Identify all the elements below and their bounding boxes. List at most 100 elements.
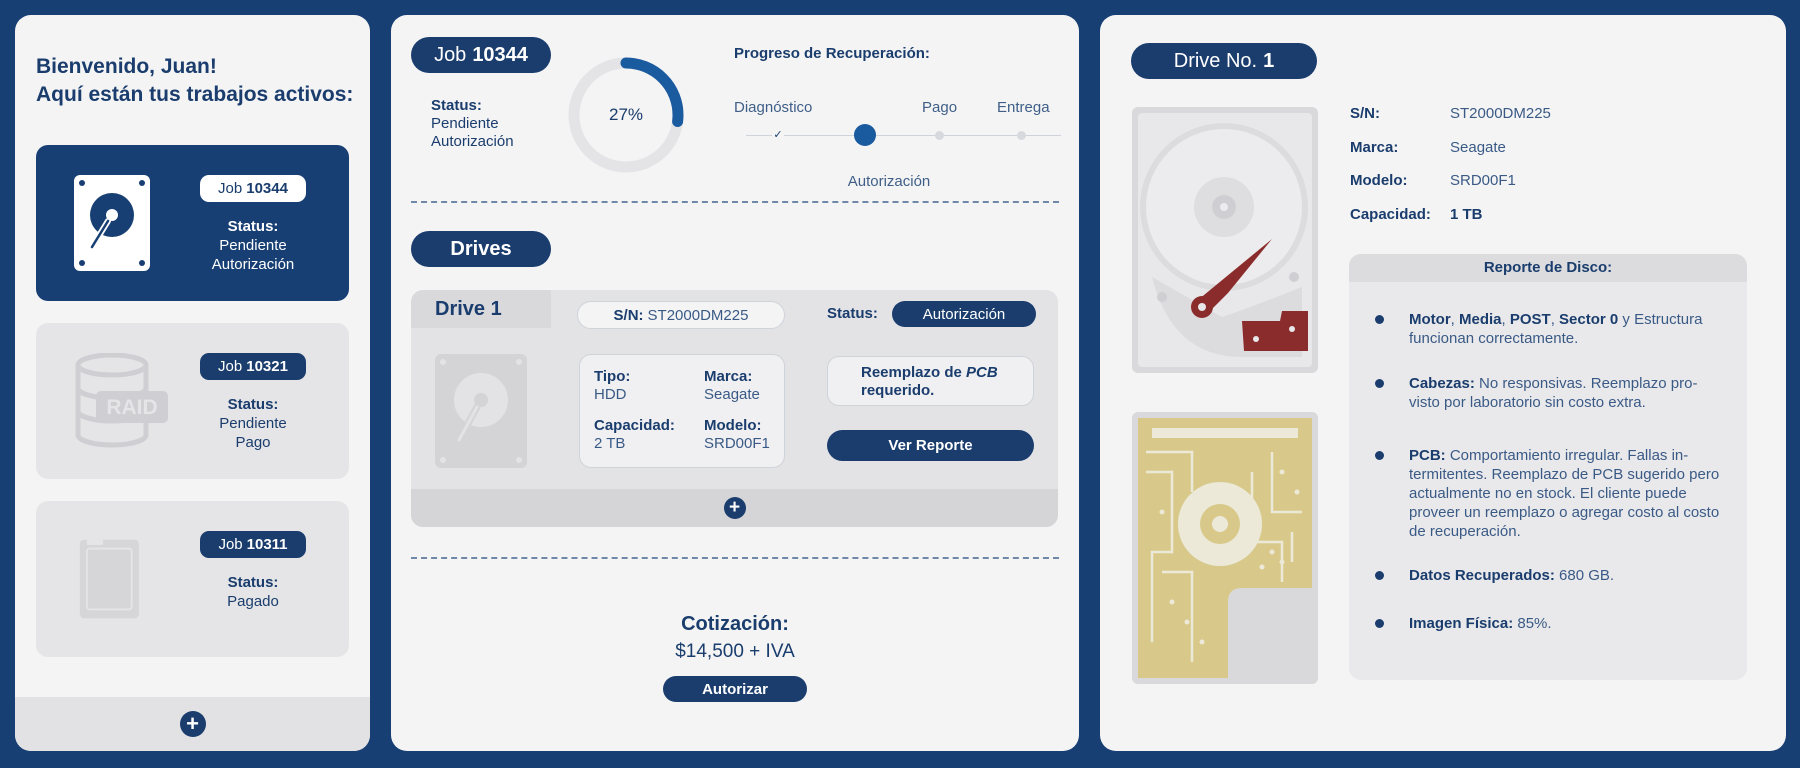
authorize-button[interactable]: Autorizar <box>663 676 807 702</box>
job-number: 10311 <box>246 536 288 553</box>
raid-icon: RAID <box>75 353 168 448</box>
report-item-imagen: Imagen Física: 85%. <box>1409 615 1552 632</box>
welcome-line: Bienvenido, Juan! <box>36 55 217 78</box>
drive-specs: Tipo: HDD Marca: Seagate Capacidad: 2 TB Mo… <box>579 354 785 468</box>
drives-title-pill: Drives <box>411 231 551 267</box>
add-job-bar: + <box>15 697 370 751</box>
job-status: Status: Pendiente Autorización <box>186 217 320 274</box>
job-status-label: Status: <box>227 396 279 413</box>
detail-value: 1 TB <box>1450 206 1483 223</box>
bullet <box>1375 315 1384 324</box>
step-pago: Pago <box>922 99 958 116</box>
bullet <box>1375 379 1384 388</box>
progress-title: Progreso de Recuperación: <box>734 45 930 62</box>
job-detail-panel: Job 10344 Status: Pendiente Autorización … <box>391 15 1079 751</box>
bullet <box>1375 619 1384 628</box>
job-status: Status: Pendiente Autorización <box>431 97 514 151</box>
job-status-label: Status: <box>227 574 279 591</box>
job-prefix: Job <box>218 180 243 197</box>
report-item-cabezas: Cabezas: No responsivas. Reemplazo pro-v… <box>1409 375 1698 411</box>
job-status-value-2: Autorización <box>431 133 514 150</box>
drive-title-pill: Drive No. 1 <box>1131 43 1317 79</box>
spec-capacidad: Capacidad: 2 TB <box>594 417 675 453</box>
ssd-icon <box>79 539 139 619</box>
spec-modelo: Modelo: SRD00F1 <box>704 417 770 453</box>
hard-drive-icon <box>435 354 527 468</box>
report-item-datos: Datos Recuperados: 680 GB. <box>1409 567 1615 584</box>
job-number: 10344 <box>472 43 528 66</box>
progress-steps: Diagnóstico Autorización Pago Entrega ✓ <box>734 85 1064 195</box>
drive-status-label: Status: <box>827 305 878 322</box>
job-status: Status: Pendiente Pago <box>186 395 320 452</box>
report-item-pcb: PCB: Comportamiento irregular. Fallas in… <box>1409 447 1720 540</box>
job-number: 10321 <box>246 358 288 375</box>
detail-value: Seagate <box>1450 139 1506 156</box>
job-prefix: Job <box>434 43 467 66</box>
drive-detail-panel: Drive No. 1 S/N: ST2000DM225 Marca: Seag… <box>1100 15 1786 751</box>
job-number-pill: Job 10344 <box>200 175 306 202</box>
report-item-motor: Motor, Media, POST, Sector 0 y Estructur… <box>1409 311 1703 347</box>
raid-icon-text: RAID <box>106 396 157 419</box>
job-number-pill: Job 10321 <box>200 353 306 380</box>
view-report-button[interactable]: Ver Reporte <box>827 430 1034 461</box>
spec-label: Marca: <box>704 368 753 385</box>
job-status-value: Pagado <box>227 593 279 610</box>
disk-report: Reporte de Disco: Motor, Media, POST, Se… <box>1349 254 1747 680</box>
job-card-10321[interactable]: RAID Job 10321 Status: Pendiente Pago <box>36 323 349 479</box>
job-status: Status: Pagado <box>186 573 320 611</box>
divider <box>411 201 1059 203</box>
drive-title-prefix: Drive No. <box>1173 49 1258 72</box>
add-job-icon[interactable]: + <box>179 711 206 737</box>
detail-label: Capacidad: <box>1350 206 1431 223</box>
job-status-value-2: Autorización <box>211 256 295 273</box>
spec-value: Seagate <box>704 386 760 403</box>
pcb-board-image <box>1132 412 1318 684</box>
spec-value: 2 TB <box>594 435 626 452</box>
hard-drive-icon <box>74 175 150 271</box>
detail-label: Marca: <box>1350 139 1399 156</box>
progress-percent: 27% <box>608 105 644 124</box>
step-autorizacion: Autorización <box>847 173 931 190</box>
jobs-panel: Bienvenido, Juan! Aquí están tus trabajo… <box>15 15 370 751</box>
detail-marca: Marca: Seagate <box>1350 139 1506 156</box>
drive-tab[interactable]: Drive 1 <box>411 290 551 328</box>
check-icon: ✓ <box>772 129 784 141</box>
job-status-label: Status: <box>431 97 482 114</box>
drive-note: Reemplazo de PCB requerido. <box>827 356 1034 406</box>
drive-status-badge: Autorización <box>892 301 1036 327</box>
step-entrega: Entrega <box>997 99 1050 116</box>
detail-value: SRD00F1 <box>1450 172 1516 189</box>
detail-value: ST2000DM225 <box>1450 105 1551 122</box>
spec-value: SRD00F1 <box>704 435 770 452</box>
spec-value: HDD <box>594 386 627 403</box>
drive-card: Drive 1 S/N: ST2000DM225 Status: Autoriza… <box>411 290 1058 527</box>
hard-drive-image <box>1132 107 1318 373</box>
job-prefix: Job <box>218 536 243 553</box>
step-dot <box>1017 131 1026 140</box>
steps-line <box>746 135 1061 136</box>
quote-value: $14,500 + IVA <box>675 641 795 662</box>
spec-label: Capacidad: <box>594 417 675 434</box>
spec-label: Modelo: <box>704 417 762 434</box>
job-prefix: Job <box>218 358 243 375</box>
job-status-value: Pendiente <box>219 237 287 254</box>
note-text: Reemplazo de <box>861 364 962 381</box>
detail-serial: S/N: ST2000DM225 <box>1350 105 1551 122</box>
job-card-10344[interactable]: Job 10344 Status: Pendiente Autorización <box>36 145 349 301</box>
bullet <box>1375 451 1384 460</box>
welcome-subline: Aquí están tus trabajos activos: <box>36 83 354 106</box>
drive-title-number: 1 <box>1263 49 1275 72</box>
detail-label: Modelo: <box>1350 172 1408 189</box>
job-status-label: Status: <box>227 218 279 235</box>
job-title-pill: Job 10344 <box>411 37 551 73</box>
serial-pill: S/N: ST2000DM225 <box>577 301 785 329</box>
add-drive-bar: + <box>411 489 1058 527</box>
job-number: 10344 <box>246 180 288 197</box>
add-drive-icon[interactable]: + <box>723 497 746 519</box>
job-status-value: Pendiente <box>431 115 499 132</box>
step-dot <box>935 131 944 140</box>
divider <box>411 557 1059 559</box>
detail-modelo: Modelo: SRD00F1 <box>1350 172 1516 189</box>
job-card-10311[interactable]: Job 10311 Status: Pagado <box>36 501 349 657</box>
spec-tipo: Tipo: HDD <box>594 368 630 404</box>
